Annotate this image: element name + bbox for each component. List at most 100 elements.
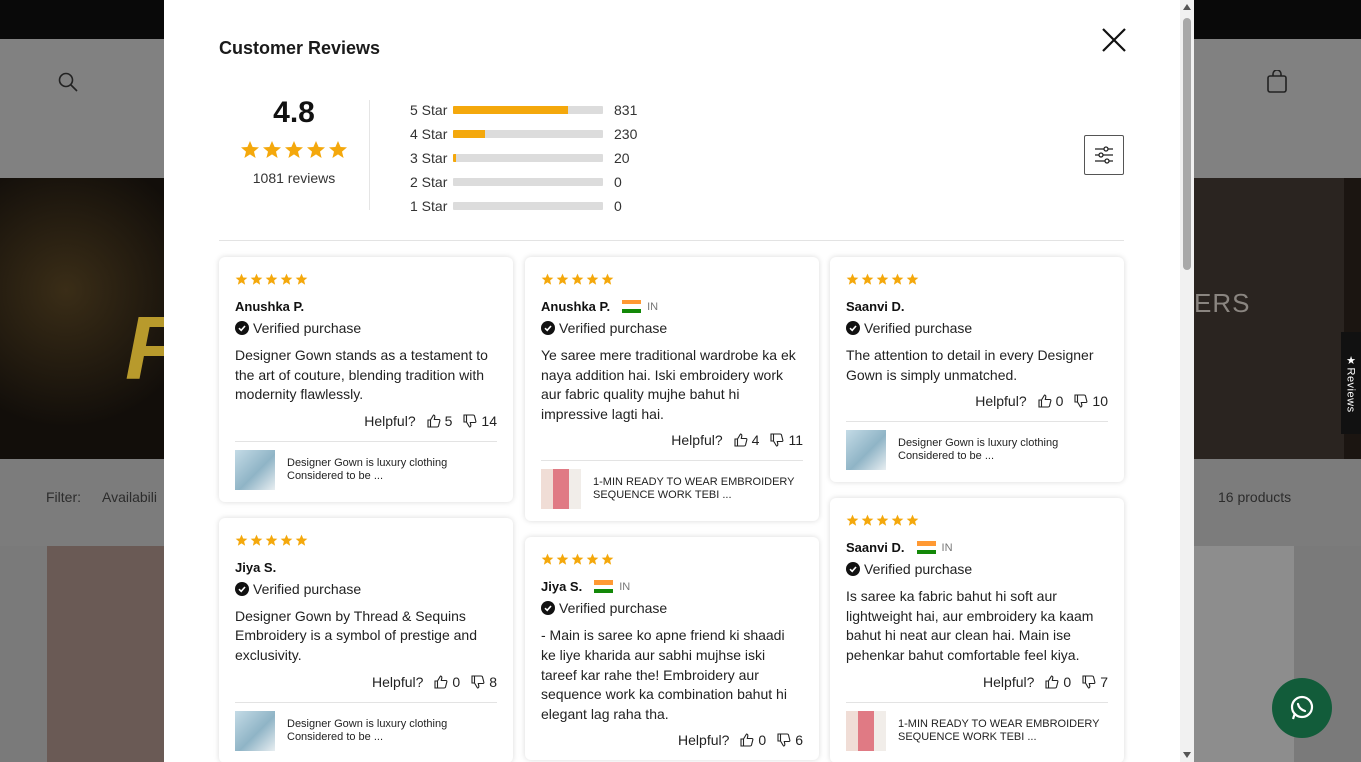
star-icon: [571, 273, 584, 285]
availability-filter[interactable]: Availabili: [102, 489, 157, 505]
thumbs-up-button[interactable]: 0: [1038, 393, 1063, 409]
product-name: 1-MIN READY TO WEAR EMBROIDERY SEQUENCE …: [898, 717, 1100, 743]
whatsapp-button[interactable]: [1272, 678, 1332, 738]
scroll-up-arrow-icon[interactable]: [1183, 4, 1191, 10]
thumbs-down-button[interactable]: 10: [1074, 393, 1108, 409]
modal-title: Customer Reviews: [219, 38, 381, 58]
scroll-down-arrow-icon[interactable]: [1183, 752, 1191, 758]
review-stars: [541, 273, 803, 287]
cart-icon[interactable]: [1266, 70, 1288, 94]
distribution-row-4[interactable]: 4 Star 230: [410, 122, 637, 146]
star-icon: [906, 514, 919, 526]
star-icon: [250, 534, 263, 546]
star-icon: [891, 273, 904, 285]
filter-label: Filter:: [46, 489, 81, 505]
distribution-label: 4 Star: [410, 126, 448, 142]
review-card: Jiya S. Verified purchase Designer Gown …: [219, 517, 513, 762]
reviews-count: 1081 reviews: [252, 170, 336, 186]
thumbs-up-icon: [734, 433, 748, 447]
sliders-icon: [1095, 146, 1113, 164]
star-icon: [541, 554, 554, 566]
star-icon: [876, 514, 889, 526]
star-icon: [861, 514, 874, 526]
reviewer-name: Jiya S.: [235, 559, 277, 575]
product-name: Designer Gown is luxury clothing Conside…: [287, 717, 448, 743]
filter-button[interactable]: [1084, 135, 1124, 175]
thumbs-up-count: 4: [751, 432, 760, 449]
review-product-link[interactable]: 1-MIN READY TO WEAR EMBROIDERY SEQUENCE …: [846, 701, 1108, 751]
thumbs-up-button[interactable]: 4: [734, 432, 760, 449]
scrollbar-thumb[interactable]: [1183, 18, 1191, 270]
reviewer-name: Anushka P.: [235, 299, 305, 314]
reviewer-country: IN: [941, 541, 953, 554]
verified-badge: Verified purchase: [846, 320, 1108, 336]
helpful-row: Helpful? 4 11: [541, 432, 803, 448]
thumbs-down-button[interactable]: 11: [770, 432, 803, 448]
distribution-count: 0: [614, 174, 622, 190]
thumbs-down-button[interactable]: 7: [1082, 674, 1108, 690]
verified-badge: Verified purchase: [541, 320, 803, 336]
star-icon: [285, 141, 303, 158]
thumbs-up-button[interactable]: 0: [1045, 674, 1071, 690]
helpful-label: Helpful?: [975, 393, 1027, 410]
review-stars: [846, 273, 1108, 287]
review-text: The attention to detail in every Designe…: [846, 347, 1094, 383]
reviewer-country: IN: [647, 300, 659, 313]
distribution-row-1[interactable]: 1 Star 0: [410, 194, 637, 218]
distribution-label: 2 Star: [410, 174, 448, 190]
check-circle-icon: [235, 581, 249, 596]
thumbs-down-button[interactable]: 8: [471, 674, 497, 690]
product-thumbnail: [235, 710, 275, 751]
star-icon: [295, 534, 308, 546]
verified-badge: Verified purchase: [235, 581, 497, 597]
distribution-label: 5 Star: [410, 102, 448, 118]
review-text: Is saree ka fabric bahut hi soft aur lig…: [846, 588, 1094, 663]
thumbs-down-button[interactable]: 6: [777, 732, 803, 748]
check-circle-icon: [541, 601, 555, 616]
close-icon[interactable]: [1100, 26, 1128, 54]
distribution-row-5[interactable]: 5 Star 831: [410, 98, 637, 122]
review-product-link[interactable]: Designer Gown is luxury clothing Conside…: [235, 701, 497, 751]
star-icon: [265, 534, 278, 546]
distribution-bar: [453, 106, 603, 114]
review-product-link[interactable]: Designer Gown is luxury clothing Conside…: [235, 440, 497, 490]
thumbs-down-icon: [463, 414, 477, 428]
distribution-bar-fill: [453, 106, 569, 114]
thumbs-down-button[interactable]: 14: [463, 413, 497, 429]
product-thumbnail: [846, 710, 886, 751]
thumbs-up-button[interactable]: 0: [434, 674, 460, 690]
thumbs-up-count: 0: [452, 673, 461, 690]
thumbs-up-button[interactable]: 0: [740, 732, 766, 748]
star-icon: [846, 273, 859, 285]
star-icon: [280, 534, 293, 546]
product-card[interactable]: [1194, 546, 1294, 762]
thumbs-up-icon: [740, 733, 754, 747]
review-stars: [846, 514, 1108, 528]
distribution-row-3[interactable]: 3 Star 20: [410, 146, 637, 170]
reviews-side-tab[interactable]: ★Reviews: [1341, 332, 1361, 434]
thumbs-down-icon: [1074, 394, 1088, 408]
distribution-row-2[interactable]: 2 Star 0: [410, 170, 637, 194]
helpful-row: Helpful? 5 14: [235, 413, 497, 429]
star-icon: [601, 273, 614, 285]
review-stars: [235, 273, 497, 287]
distribution-bar: [453, 130, 603, 138]
search-icon[interactable]: [58, 72, 78, 92]
thumbs-up-button[interactable]: 5: [427, 413, 452, 429]
review-product-link[interactable]: Designer Gown is luxury clothing Conside…: [846, 421, 1108, 471]
thumbs-up-icon: [1045, 675, 1059, 689]
products-count: 16 products: [1218, 489, 1292, 505]
helpful-row: Helpful? 0 8: [235, 674, 497, 690]
review-card: Anushka P. Verified purchase Designer Go…: [219, 257, 513, 502]
distribution-label: 1 Star: [410, 198, 448, 214]
review-card: Jiya S. IN Verified purchase - Main is sa…: [525, 537, 819, 761]
thumbs-down-count: 8: [489, 673, 497, 690]
thumbs-down-count: 7: [1100, 673, 1108, 690]
review-product-link[interactable]: 1-MIN READY TO WEAR EMBROIDERY SEQUENCE …: [541, 460, 803, 510]
distribution-count: 230: [614, 126, 638, 142]
product-card[interactable]: [47, 546, 167, 762]
verified-label: Verified purchase: [253, 580, 362, 597]
review-stars: [541, 553, 803, 567]
modal-scrollbar[interactable]: [1180, 0, 1194, 762]
verified-badge: Verified purchase: [235, 320, 497, 336]
